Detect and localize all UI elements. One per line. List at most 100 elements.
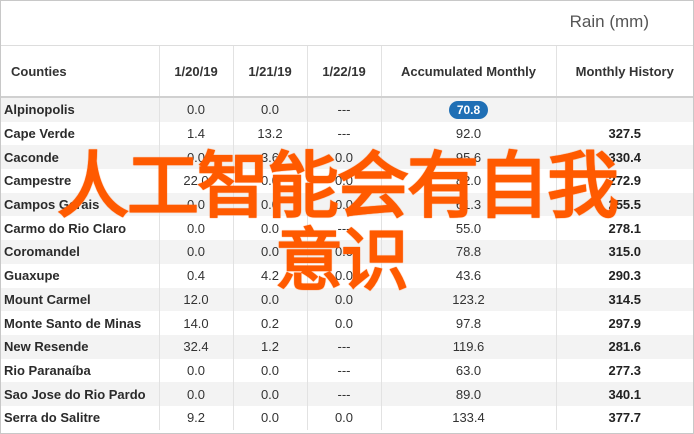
- rain-day-3: ---: [306, 334, 381, 359]
- table-row[interactable]: Rio Paranaíba 0.0 0.0 --- 63.0 277.3: [1, 358, 693, 383]
- county-name: Mount Carmel: [1, 287, 159, 312]
- rain-day-1: 0.0: [158, 382, 233, 406]
- table-row[interactable]: Coromandel 0.0 0.0 0.0 78.8 315.0: [1, 240, 693, 264]
- county-name: Carmo do Rio Claro: [4, 220, 127, 236]
- rain-day-1: 0.0: [158, 192, 233, 217]
- table-row[interactable]: Guaxupe 0.4 4.2 0.0 43.6 290.3: [1, 263, 693, 288]
- monthly-history: 330.4: [555, 145, 693, 170]
- county-name: Campos Gerais: [1, 192, 159, 217]
- county-name: Coromandel: [1, 240, 159, 264]
- rain-day-2: 3.6: [232, 145, 307, 170]
- county-name: Campestre: [4, 173, 72, 189]
- monthly-history: 272.9: [555, 169, 693, 193]
- unit-bar: Rain (mm): [1, 1, 693, 45]
- accumulated-monthly: 133.4: [380, 405, 556, 430]
- col-header-history[interactable]: Monthly History: [555, 45, 693, 98]
- county-name: New Resende: [1, 334, 159, 359]
- rain-day-3: 0.0: [306, 263, 381, 288]
- rain-day-1: 22.0: [158, 169, 233, 193]
- monthly-history: [555, 97, 693, 122]
- monthly-history: 290.3: [555, 263, 693, 288]
- rain-table: Counties 1/20/19 1/21/19 1/22/19 Accumul…: [1, 45, 693, 430]
- rain-day-3: 0.0: [306, 287, 381, 312]
- header-row: Counties 1/20/19 1/21/19 1/22/19 Accumul…: [1, 45, 693, 98]
- accumulated-monthly: 70.8: [380, 97, 556, 122]
- rain-day-2: 0.2: [232, 311, 307, 335]
- rain-day-3: 0.0: [306, 311, 381, 335]
- monthly-history: 255.5: [555, 192, 693, 217]
- rain-day-3: ---: [306, 358, 381, 383]
- rain-day-2: 1.2: [232, 334, 307, 359]
- rain-day-3: 0.0: [306, 169, 381, 193]
- rain-day-1: 14.0: [158, 311, 233, 335]
- county-name: Guaxupe: [4, 268, 60, 284]
- rain-day-3: 0.0: [306, 145, 381, 170]
- table-row[interactable]: New Resende 32.4 1.2 --- 119.6 281.6: [1, 334, 693, 359]
- county-name: Serra do Salitre: [4, 410, 101, 426]
- rain-day-2: 13.2: [232, 121, 307, 146]
- rain-day-2: 0.0: [232, 405, 307, 430]
- monthly-history: 377.7: [555, 405, 693, 430]
- accumulated-monthly: 61.3: [380, 192, 556, 217]
- rain-day-2: 0.0: [232, 382, 307, 406]
- rain-day-3: ---: [306, 216, 381, 241]
- col-header-date-3[interactable]: 1/22/19: [306, 45, 381, 98]
- county-name: Alpinopolis: [1, 97, 159, 122]
- accumulated-monthly: 95.6: [380, 145, 556, 170]
- table-row[interactable]: Campos Gerais 0.0 0.0 0.0 61.3 255.5: [1, 192, 693, 217]
- monthly-history: 297.9: [555, 311, 693, 335]
- county-name: Monte Santo de Minas: [4, 315, 142, 331]
- table-row[interactable]: Mount Carmel 12.0 0.0 0.0 123.2 314.5: [1, 287, 693, 312]
- col-header-accumulated[interactable]: Accumulated Monthly: [380, 45, 556, 98]
- table-row[interactable]: Serra do Salitre 9.2 0.0 0.0 133.4 377.7: [1, 405, 693, 430]
- accumulated-monthly: 92.0: [380, 121, 556, 146]
- rain-day-1: 0.0: [158, 216, 233, 241]
- accumulated-monthly: 89.0: [380, 382, 556, 406]
- rain-day-2: 0.0: [232, 287, 307, 312]
- rain-day-1: 0.0: [158, 145, 233, 170]
- table-row[interactable]: Carmo do Rio Claro 0.0 0.0 --- 55.0 278.1: [1, 216, 693, 241]
- rain-day-1: 0.0: [158, 97, 233, 122]
- monthly-history: 281.6: [555, 334, 693, 359]
- rain-day-3: 0.0: [306, 240, 381, 264]
- monthly-history: 340.1: [555, 382, 693, 406]
- rain-day-1: 12.0: [158, 287, 233, 312]
- accumulated-monthly: 78.8: [380, 240, 556, 264]
- table-row[interactable]: Sao Jose do Rio Pardo 0.0 0.0 --- 89.0 340.1: [1, 382, 693, 406]
- col-header-date-1[interactable]: 1/20/19: [158, 45, 233, 98]
- accumulated-monthly: 55.0: [380, 216, 556, 241]
- rain-day-3: ---: [306, 382, 381, 406]
- col-header-counties[interactable]: Counties: [1, 45, 159, 98]
- rain-day-2: 0.0: [232, 240, 307, 264]
- rain-day-1: 9.2: [158, 405, 233, 430]
- rain-day-3: 0.0: [306, 192, 381, 217]
- monthly-history: 327.5: [555, 121, 693, 146]
- rain-day-2: 0.0: [232, 169, 307, 193]
- table-row[interactable]: Campestre 22.0 0.0 0.0 82.0 272.9: [1, 169, 693, 193]
- accumulated-monthly: 123.2: [380, 287, 556, 312]
- accumulated-monthly: 63.0: [380, 358, 556, 383]
- table-row[interactable]: Monte Santo de Minas 14.0 0.2 0.0 97.8 297.9: [1, 311, 693, 335]
- county-name: Sao Jose do Rio Pardo: [1, 382, 159, 406]
- county-name: Caconde: [1, 145, 159, 170]
- rain-day-3: ---: [306, 121, 381, 146]
- rain-day-2: 0.0: [232, 216, 307, 241]
- accumulated-monthly: 119.6: [380, 334, 556, 359]
- table-row[interactable]: Alpinopolis 0.0 0.0 --- 70.8: [1, 97, 693, 122]
- accumulated-monthly: 97.8: [380, 311, 556, 335]
- monthly-history: 314.5: [555, 287, 693, 312]
- county-name: Rio Paranaíba: [4, 362, 91, 378]
- rain-day-1: 0.4: [158, 263, 233, 288]
- rain-day-2: 0.0: [232, 358, 307, 383]
- rain-day-2: 0.0: [232, 192, 307, 217]
- rain-day-3: ---: [306, 97, 381, 122]
- table-row[interactable]: Cape Verde 1.4 13.2 --- 92.0 327.5: [1, 121, 693, 146]
- monthly-history: 315.0: [555, 240, 693, 264]
- rain-day-1: 0.0: [158, 358, 233, 383]
- col-header-date-2[interactable]: 1/21/19: [232, 45, 307, 98]
- rain-day-1: 0.0: [158, 240, 233, 264]
- rain-day-3: 0.0: [306, 405, 381, 430]
- accumulated-monthly: 43.6: [380, 263, 556, 288]
- highlight-badge: 70.8: [448, 100, 489, 119]
- table-row[interactable]: Caconde 0.0 3.6 0.0 95.6 330.4: [1, 145, 693, 170]
